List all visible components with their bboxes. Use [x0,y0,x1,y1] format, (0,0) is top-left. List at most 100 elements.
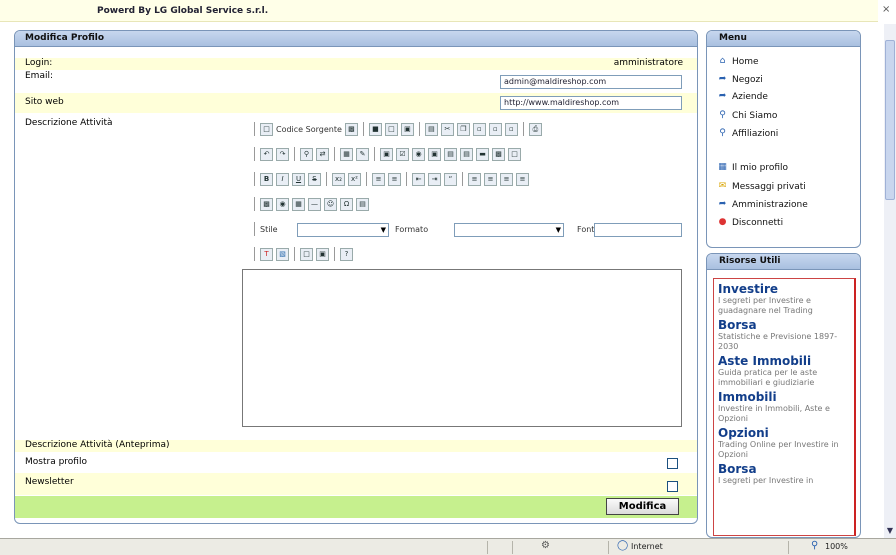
list-item[interactable]: Borsa I segreti per Investire in [718,463,850,486]
paste-text-icon[interactable]: ▫ [488,122,502,136]
menu-item-label: Disconnetti [732,217,784,228]
description-textarea[interactable] [242,269,682,427]
justify-icon[interactable]: ≡ [516,172,529,186]
text-color-icon[interactable]: T [260,247,273,261]
save-icon[interactable]: ■ [368,122,382,136]
copy-icon[interactable]: ❐ [456,122,470,136]
redo-icon[interactable]: ↷ [276,147,289,161]
replace-icon[interactable]: ⇄ [316,147,329,161]
menu-item-home[interactable]: ⌂ Home [717,56,759,67]
zoom-label[interactable]: 100% [825,542,848,551]
vertical-scrollbar[interactable]: ▼ [884,24,896,538]
templates-icon[interactable]: ▤ [424,122,438,136]
subscript-icon[interactable]: x₂ [332,172,345,186]
list-item[interactable]: Aste Immobili Guida pratica per le aste … [718,355,850,388]
resource-title[interactable]: Investire [718,283,850,296]
cut-icon[interactable]: ✂ [440,122,454,136]
horizontal-rule-icon[interactable]: — [308,197,321,211]
button-icon[interactable]: ▬ [476,147,489,161]
remove-format-icon[interactable]: ✎ [356,147,369,161]
form-icon[interactable]: ▣ [380,147,393,161]
maximize-icon[interactable]: □ [300,247,313,261]
menu-item-chi-siamo[interactable]: ⚲ Chi Siamo [717,110,777,121]
radio-icon[interactable]: ◉ [412,147,425,161]
website-field[interactable]: http://www.maldireshop.com [500,96,682,110]
newsletter-checkbox[interactable] [667,481,678,492]
menu-item-amministrazione[interactable]: ➦ Amministrazione [717,199,808,210]
hidden-field-icon[interactable]: □ [508,147,521,161]
select-icon[interactable]: ▤ [460,147,473,161]
globe-icon: ◯ [617,540,629,551]
find-icon[interactable]: ⚲ [300,147,313,161]
bg-color-icon[interactable]: ▧ [276,247,289,261]
resource-desc: Guida pratica per le aste immobiliari e … [718,368,818,387]
page-break-icon[interactable]: ▤ [356,197,369,211]
outdent-icon[interactable]: ⇤ [412,172,425,186]
menu-item-profilo[interactable]: ▦ Il mio profilo [717,162,788,173]
print-preview-icon[interactable]: ▣ [400,122,414,136]
menu-item-messaggi[interactable]: ✉ Messaggi privati [717,181,806,192]
align-center-icon[interactable]: ≡ [484,172,497,186]
style-select[interactable]: ▼ [297,223,389,237]
resource-title[interactable]: Opzioni [718,427,850,440]
menu-item-disconnetti[interactable]: ● Disconnetti [717,217,784,228]
align-right-icon[interactable]: ≡ [500,172,513,186]
list-item[interactable]: Opzioni Trading Online per Investire in … [718,427,850,460]
list-item[interactable]: Investire I segreti per Investire e guad… [718,283,850,316]
image-button-icon[interactable]: ▩ [492,147,505,161]
select-all-icon[interactable]: ▦ [340,147,353,161]
menu-item-affiliazioni[interactable]: ⚲ Affiliazioni [717,128,778,139]
textarea-icon[interactable]: ▤ [444,147,457,161]
resources-panel: Risorse Utili Investire I segreti per In… [706,253,861,538]
resource-title[interactable]: Aste Immobili [718,355,850,368]
email-field[interactable]: admin@maldireshop.com [500,75,682,89]
show-profile-checkbox[interactable] [667,458,678,469]
blockquote-icon[interactable]: “ [444,172,457,186]
paste-icon[interactable]: ▫ [472,122,486,136]
format-select[interactable]: ▼ [454,223,564,237]
menu-title: Menu [707,31,860,47]
resource-desc: I segreti per Investire in [718,476,814,485]
arrow-right-icon: ➦ [718,74,727,84]
resource-title[interactable]: Borsa [718,319,850,332]
login-row: Login: amministratore [15,58,697,70]
help-icon[interactable]: ? [340,247,353,261]
flash-icon[interactable]: ◉ [276,197,289,211]
checkbox-icon[interactable]: ☑ [396,147,409,161]
show-profile-label: Mostra profilo [25,457,87,467]
superscript-icon[interactable]: x² [348,172,361,186]
numbered-list-icon[interactable]: ≡ [372,172,385,186]
close-icon[interactable]: × [882,4,890,15]
smiley-icon[interactable]: ☺ [324,197,337,211]
italic-icon[interactable]: I [276,172,289,186]
table-icon[interactable]: ▦ [292,197,305,211]
scrollbar-thumb[interactable] [885,40,895,200]
indent-icon[interactable]: ⇥ [428,172,441,186]
preview-icon[interactable]: ▩ [344,122,358,136]
resource-title[interactable]: Borsa [718,463,850,476]
strike-icon[interactable]: S [308,172,321,186]
source-icon[interactable]: □ [260,122,273,136]
paste-word-icon[interactable]: ▫ [504,122,518,136]
show-blocks-icon[interactable]: ▣ [316,247,329,261]
underline-icon[interactable]: U [292,172,305,186]
list-item[interactable]: Immobili Investire in Immobili, Aste e O… [718,391,850,424]
print-icon[interactable]: ⎙ [528,122,542,136]
image-icon[interactable]: ▩ [260,197,273,211]
undo-icon[interactable]: ↶ [260,147,273,161]
font-select[interactable] [594,223,682,237]
chevron-down-icon: ▼ [380,226,386,234]
list-item[interactable]: Borsa Statistiche e Previsione 1897-2030 [718,319,850,352]
source-button-label[interactable]: Codice Sorgente [276,125,342,134]
align-left-icon[interactable]: ≡ [468,172,481,186]
textfield-icon[interactable]: ▣ [428,147,441,161]
bulleted-list-icon[interactable]: ≡ [388,172,401,186]
special-char-icon[interactable]: Ω [340,197,353,211]
menu-item-aziende[interactable]: ➦ Aziende [717,91,768,102]
menu-item-negozi[interactable]: ➦ Negozi [717,74,763,85]
scroll-down-icon[interactable]: ▼ [884,526,896,538]
resource-title[interactable]: Immobili [718,391,850,404]
new-page-icon[interactable]: □ [384,122,398,136]
modifica-button[interactable]: Modifica [606,498,679,515]
bold-icon[interactable]: B [260,172,273,186]
